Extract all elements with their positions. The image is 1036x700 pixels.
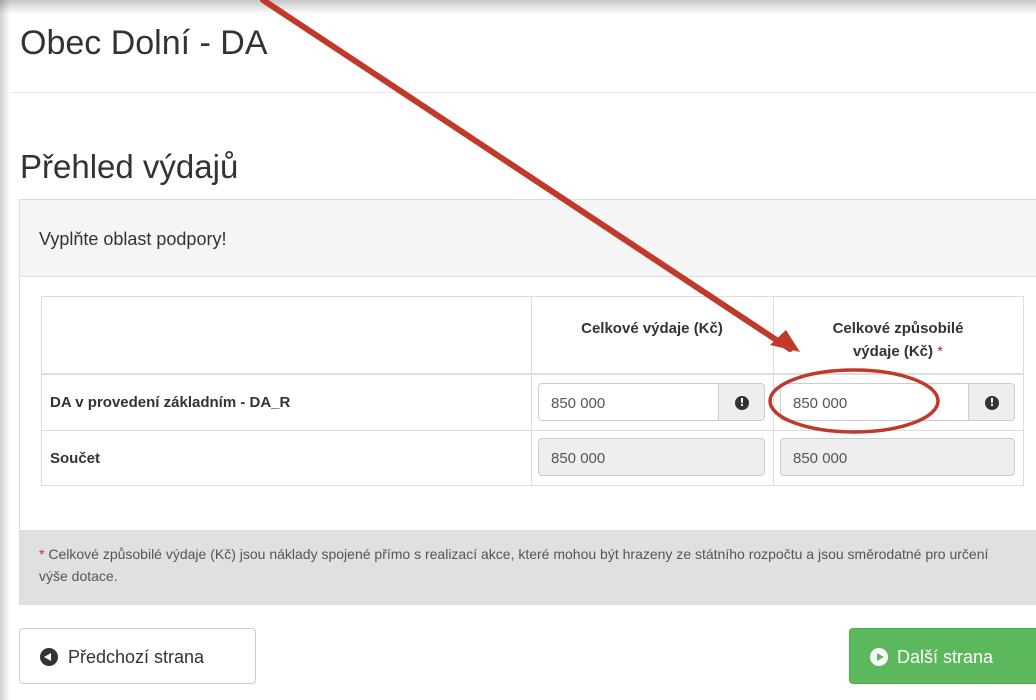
site-title: Obec Dolní - DA bbox=[20, 24, 268, 62]
panel-heading: Vyplňte oblast podpory! bbox=[20, 200, 1036, 277]
footnote-text: Celkové způsobilé výdaje (Kč) jsou nákla… bbox=[39, 546, 989, 584]
sum-row-label: Součet bbox=[50, 450, 101, 467]
info-icon: ! bbox=[985, 396, 999, 410]
expenses-panel: Vyplňte oblast podpory! Celkové výdaje (… bbox=[19, 199, 1036, 605]
table-row-divider bbox=[42, 430, 1023, 431]
column-header-eligible-line1: Celkové způsobilé bbox=[832, 320, 964, 337]
page-title: Přehled výdajů bbox=[20, 148, 239, 185]
expenses-table: Celkové výdaje (Kč) Celkové způsobilé vý… bbox=[41, 296, 1024, 486]
panel-footer: * Celkové způsobilé výdaje (Kč) jsou nák… bbox=[20, 530, 1036, 605]
next-page-button[interactable]: Další strana bbox=[849, 628, 1036, 684]
previous-page-button[interactable]: Předchozí strana bbox=[19, 628, 256, 684]
column-header-total: Celkové výdaje (Kč) bbox=[581, 320, 723, 337]
total-expenses-info-button[interactable]: ! bbox=[719, 383, 765, 421]
table-header-divider bbox=[42, 373, 1023, 375]
sum-total-field: 850 000 bbox=[538, 438, 765, 476]
column-header-eligible-text: výdaje (Kč) bbox=[852, 343, 934, 360]
footnote: * Celkové způsobilé výdaje (Kč) jsou nák… bbox=[39, 543, 1009, 587]
column-header-eligible: Celkové způsobilé výdaje (Kč) * bbox=[773, 320, 1023, 360]
circle-arrow-left-icon bbox=[40, 648, 58, 666]
previous-page-label: Předchozí strana bbox=[68, 647, 205, 667]
panel-heading-text: Vyplňte oblast podpory! bbox=[39, 229, 227, 249]
header-divider bbox=[10, 92, 1036, 93]
next-page-label: Další strana bbox=[897, 647, 994, 667]
window-shadow-top bbox=[0, 0, 1036, 14]
sum-eligible-field: 850 000 bbox=[780, 438, 1015, 476]
eligible-expenses-info-button[interactable]: ! bbox=[969, 383, 1015, 421]
row-label: DA v provedení základním - DA_R bbox=[50, 394, 291, 411]
info-icon: ! bbox=[735, 396, 749, 410]
required-asterisk: * bbox=[937, 343, 944, 360]
circle-arrow-right-icon bbox=[870, 648, 888, 666]
required-asterisk: * bbox=[39, 546, 45, 562]
window-shadow-left bbox=[0, 0, 10, 700]
total-expenses-input[interactable]: 850 000 bbox=[538, 383, 719, 421]
eligible-expenses-input[interactable]: 850 000 bbox=[780, 383, 969, 421]
column-header-eligible-line2: výdaje (Kč) * bbox=[773, 343, 1023, 360]
